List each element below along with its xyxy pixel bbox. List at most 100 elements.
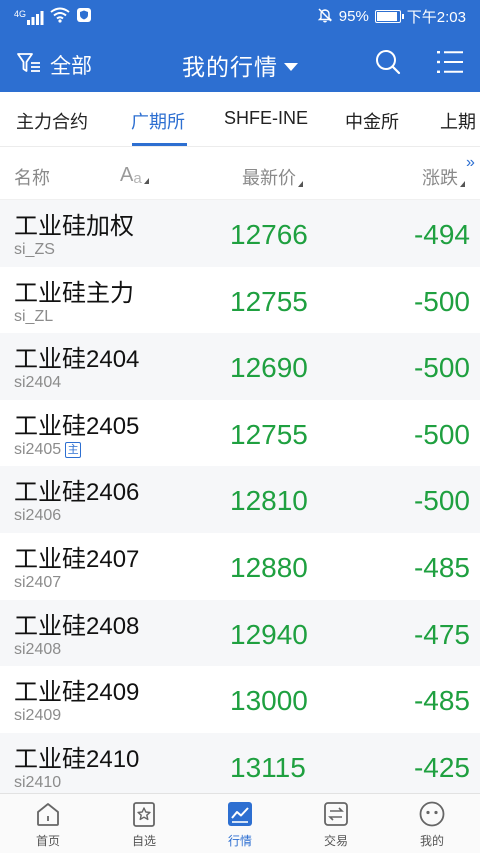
nav-watchlist[interactable]: 自选	[96, 800, 192, 849]
nav-trade[interactable]: 交易	[288, 800, 384, 849]
nav-me-label: 我的	[419, 834, 444, 848]
table-row[interactable]: 工业硅2408 si2408 12940 -475	[0, 599, 480, 667]
tab-cffex[interactable]: 中金所	[345, 108, 399, 134]
last-price: 12755	[230, 285, 308, 317]
nav-quotes[interactable]: 行情	[192, 800, 288, 849]
column-header: 名称 Aa 最新价 涨跌 »	[0, 148, 480, 200]
table-row[interactable]: 工业硅2410 si2410 13115 -425	[0, 732, 480, 800]
exchange-tabs: 主力合约 广期所 SHFE-INE 中金所 上期	[0, 92, 480, 147]
contract-code-wrap: si2409	[14, 707, 61, 725]
last-price: 12766	[230, 219, 308, 250]
aa-small: a	[133, 170, 142, 187]
status-right: 95% 下午2:03	[317, 6, 466, 27]
contract-code-wrap: si_ZL	[14, 308, 53, 326]
last-price: 12880	[230, 551, 308, 583]
battery-fill	[376, 12, 397, 21]
sort-triangle-icon	[143, 178, 149, 184]
tab-main-contracts[interactable]: 主力合约	[16, 108, 88, 134]
home-icon	[37, 803, 59, 826]
col-last-price[interactable]: 最新价	[242, 164, 303, 190]
contract-code-wrap: si2407	[14, 574, 61, 592]
app-bar: 全部 我的行情	[0, 32, 480, 92]
sort-triangle-icon	[460, 181, 465, 187]
main-contract-badge: 主	[65, 441, 82, 458]
chart-icon	[228, 802, 252, 826]
quote-list: 工业硅加权 si_ZS 12766 -494 工业硅主力 si_ZL 12755 -500 工业…	[0, 200, 480, 800]
price-change: -485	[413, 685, 470, 717]
shield-app-icon	[76, 7, 92, 28]
col-change[interactable]: 涨跌	[422, 164, 465, 190]
last-price: 12810	[230, 485, 308, 517]
caret-down-icon	[284, 62, 298, 71]
contract-name: 工业硅2404	[14, 346, 140, 374]
double-chevron-right-icon[interactable]: »	[466, 154, 475, 172]
contract-code-wrap: si2406	[14, 507, 61, 525]
tab-shanghai-partial[interactable]: 上期	[440, 108, 476, 134]
contract-code-wrap: si2405 主	[14, 440, 82, 459]
col-font-toggle[interactable]: Aa	[120, 164, 149, 187]
status-bar: 4G 95% 下午2:03	[0, 0, 480, 32]
table-row[interactable]: 工业硅主力 si_ZL 12755 -500	[0, 267, 480, 334]
contract-code: si2405	[14, 440, 62, 458]
title-dropdown[interactable]: 我的行情	[0, 48, 480, 82]
status-left: 4G	[14, 7, 92, 28]
battery-icon	[374, 10, 404, 23]
bottom-nav: 首页 自选 行情 交易 我的	[0, 793, 480, 853]
nav-me[interactable]: 我的	[384, 800, 480, 849]
star-box-icon	[133, 802, 155, 827]
battery-percent: 95%	[338, 8, 369, 25]
last-price: 12755	[230, 418, 308, 450]
contract-code: si2404	[14, 374, 62, 392]
last-price: 12690	[230, 352, 308, 384]
col-name: 名称	[14, 168, 50, 188]
smiley-icon	[419, 801, 445, 827]
contract-code: si2406	[14, 507, 62, 525]
contract-code: si2408	[14, 640, 62, 658]
aa-big: A	[120, 164, 134, 186]
contract-name: 工业硅2410	[14, 745, 140, 773]
active-tab-indicator	[132, 143, 187, 146]
col-last-price-label: 最新价	[242, 168, 296, 188]
price-change: -494	[413, 219, 470, 250]
contract-name: 工业硅2408	[14, 612, 140, 640]
contract-name: 工业硅2409	[14, 679, 140, 707]
tab-gfex[interactable]: 广期所	[131, 108, 185, 134]
last-price: 12940	[230, 618, 308, 650]
contract-code: si2409	[14, 707, 62, 725]
contract-code: si_ZL	[14, 307, 54, 325]
price-change: -500	[413, 485, 470, 517]
table-row[interactable]: 工业硅加权 si_ZS 12766 -494	[0, 200, 480, 267]
nav-home-label: 首页	[35, 834, 60, 848]
nav-trade-label: 交易	[323, 834, 348, 848]
contract-code: si_ZS	[14, 241, 55, 258]
contract-code: si2410	[14, 773, 62, 791]
contract-code-wrap: si2410	[14, 774, 61, 792]
table-row[interactable]: 工业硅2405 si2405 主 12755 -500	[0, 400, 480, 467]
last-price: 13000	[230, 685, 308, 717]
status-time: 下午2:03	[406, 9, 466, 26]
contract-name: 工业硅主力	[14, 279, 134, 307]
price-change: -500	[413, 285, 470, 317]
price-change: -485	[413, 551, 470, 583]
tab-shfe-ine[interactable]: SHFE-INE	[224, 108, 308, 129]
contract-name: 工业硅2407	[14, 545, 140, 573]
table-row[interactable]: 工业硅2406 si2406 12810 -500	[0, 466, 480, 533]
col-change-label: 涨跌	[422, 168, 458, 188]
table-row[interactable]: 工业硅2409 si2409 13000 -485	[0, 666, 480, 733]
price-change: -425	[413, 751, 470, 783]
nav-watchlist-label: 自选	[131, 834, 156, 848]
table-row[interactable]: 工业硅2407 si2407 12880 -485	[0, 533, 480, 600]
wifi-icon	[50, 7, 70, 28]
signal-icon: 4G	[14, 9, 44, 26]
contract-name: 工业硅2406	[14, 479, 140, 507]
price-change: -500	[413, 418, 470, 450]
table-row[interactable]: 工业硅2404 si2404 12690 -500	[0, 333, 480, 400]
contract-code: si2407	[14, 573, 62, 591]
search-icon[interactable]	[374, 48, 402, 81]
nav-home[interactable]: 首页	[0, 800, 96, 849]
trade-arrows-icon	[324, 802, 348, 826]
nav-quotes-label: 行情	[227, 834, 252, 848]
contract-name: 工业硅2405	[14, 412, 140, 440]
contract-name: 工业硅加权	[14, 213, 134, 240]
list-menu-icon[interactable]	[436, 49, 464, 80]
